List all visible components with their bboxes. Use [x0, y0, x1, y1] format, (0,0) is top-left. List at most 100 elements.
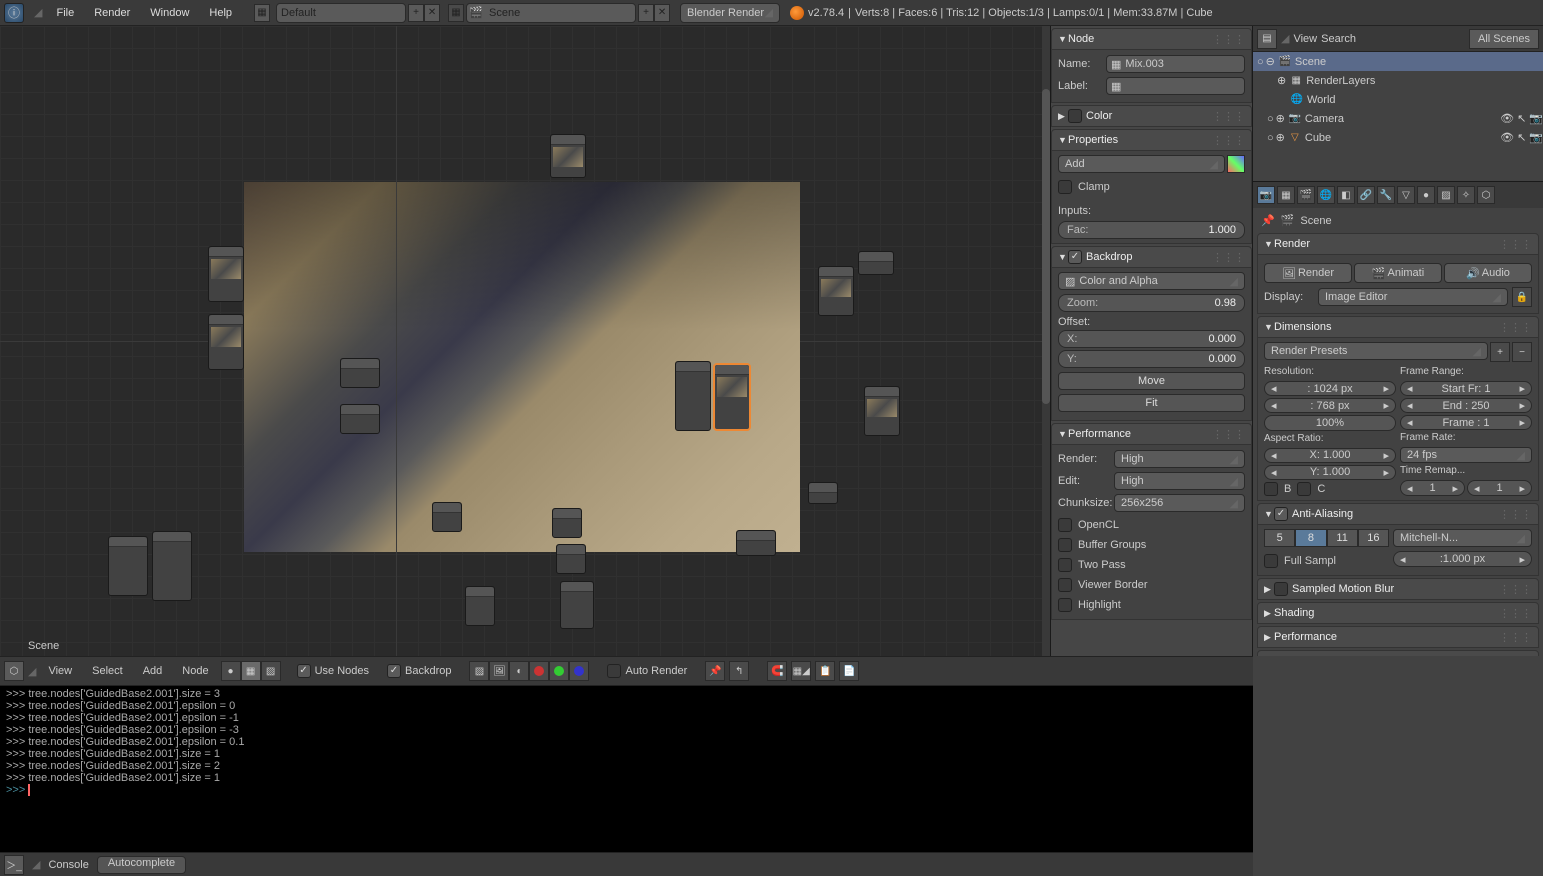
compositor-node[interactable]: [465, 586, 495, 626]
aspect-x-input[interactable]: ◂X: 1.000▸: [1264, 448, 1396, 463]
end-frame-input[interactable]: ◂End : 250▸: [1400, 398, 1532, 413]
scene-remove-button[interactable]: ✕: [654, 4, 670, 22]
node-editor-area[interactable]: Scene: [0, 26, 1051, 656]
display-select[interactable]: Image Editor◢: [1318, 288, 1508, 306]
panel-properties-header[interactable]: ▼Properties⋮⋮⋮: [1051, 129, 1252, 151]
compositor-node[interactable]: [864, 386, 900, 436]
offset-x-input[interactable]: X:0.000: [1058, 330, 1245, 348]
aa-5[interactable]: 5: [1264, 529, 1295, 547]
backdrop-checkbox[interactable]: [387, 664, 401, 678]
paste-nodes-button[interactable]: 📄: [839, 661, 859, 681]
compositor-node[interactable]: [108, 536, 148, 596]
layout-browse-button[interactable]: ▦: [254, 4, 270, 22]
use-nodes-checkbox[interactable]: [297, 664, 311, 678]
highlight-checkbox[interactable]: [1058, 598, 1072, 612]
clamp-checkbox[interactable]: [1058, 180, 1072, 194]
compositor-node[interactable]: [560, 581, 594, 629]
eye-icon[interactable]: 👁: [1500, 131, 1514, 144]
start-frame-input[interactable]: ◂Start Fr: 1▸: [1400, 381, 1532, 396]
aa-11[interactable]: 11: [1327, 529, 1358, 547]
auto-render-checkbox[interactable]: [607, 664, 621, 678]
panel-shading-h[interactable]: ▶Shading⋮⋮⋮: [1257, 602, 1539, 624]
edit-quality-select[interactable]: High◢: [1114, 472, 1245, 490]
menu-render[interactable]: Render: [84, 7, 140, 19]
compositor-node[interactable]: [340, 404, 380, 434]
cursor-icon[interactable]: ↖: [1517, 131, 1526, 144]
copy-nodes-button[interactable]: 📋: [815, 661, 835, 681]
panel-smb-h[interactable]: ▶Sampled Motion Blur⋮⋮⋮: [1257, 578, 1539, 600]
eye-icon[interactable]: 👁: [1500, 112, 1514, 125]
outliner-menu-view[interactable]: View: [1293, 33, 1317, 45]
context-material-tab[interactable]: ●: [1417, 186, 1435, 204]
render-presets-select[interactable]: Render Presets◢: [1264, 342, 1488, 360]
tree-shader-button[interactable]: ●: [221, 661, 241, 681]
outliner-filter-select[interactable]: All Scenes: [1469, 29, 1539, 49]
outliner-tree[interactable]: ○⊖🎬Scene ⊕▦RenderLayers 🌐World ○⊕📷Camera…: [1253, 52, 1543, 182]
res-x-input[interactable]: ◂: 1024 px▸: [1264, 381, 1396, 396]
render-vis-icon[interactable]: 📷: [1529, 112, 1543, 125]
compositor-node[interactable]: [552, 508, 582, 538]
full-sample-checkbox[interactable]: [1264, 554, 1278, 568]
layout-remove-button[interactable]: ✕: [424, 4, 440, 22]
panel-dimensions-h[interactable]: ▼Dimensions⋮⋮⋮: [1257, 316, 1539, 338]
channel-color-button[interactable]: 🖼: [489, 661, 509, 681]
context-texture-tab[interactable]: ▨: [1437, 186, 1455, 204]
preset-add-button[interactable]: +: [1490, 342, 1510, 362]
node-name-input[interactable]: ▦Mix.003: [1106, 55, 1245, 73]
chunksize-select[interactable]: 256x256◢: [1114, 494, 1245, 512]
outliner-item[interactable]: ○⊕▽Cube👁↖📷: [1253, 128, 1543, 147]
nt-menu-node[interactable]: Node: [174, 665, 216, 677]
fit-button[interactable]: Fit: [1058, 394, 1245, 412]
channel-b-button[interactable]: [569, 661, 589, 681]
panel-color-header[interactable]: ▶Color⋮⋮⋮: [1051, 105, 1252, 127]
viewer-border-checkbox[interactable]: [1058, 578, 1072, 592]
animation-button[interactable]: 🎬Animati: [1354, 263, 1442, 283]
render-button[interactable]: 🖼Render: [1264, 263, 1352, 283]
tr-new-input[interactable]: ◂1▸: [1467, 480, 1532, 496]
menu-help[interactable]: Help: [199, 7, 242, 19]
channel-color-alpha-button[interactable]: ▨: [469, 661, 489, 681]
lock-icon[interactable]: 🔒: [1512, 287, 1532, 307]
context-data-tab[interactable]: ▽: [1397, 186, 1415, 204]
aa-8[interactable]: 8: [1295, 529, 1326, 547]
render-engine-select[interactable]: Blender Render◢: [680, 3, 780, 23]
cursor-icon[interactable]: ↖: [1517, 112, 1526, 125]
fac-input[interactable]: Fac:1.000: [1058, 221, 1245, 239]
menu-file[interactable]: File: [46, 7, 84, 19]
context-scene-tab[interactable]: 🎬: [1297, 186, 1315, 204]
node-label-input[interactable]: ▦: [1106, 77, 1245, 95]
console-editor-icon[interactable]: ＞_: [4, 855, 24, 875]
compositor-node[interactable]: [550, 134, 586, 178]
compositor-node[interactable]: [808, 482, 838, 504]
nt-menu-view[interactable]: View: [40, 665, 80, 677]
tr-old-input[interactable]: ◂1▸: [1400, 480, 1465, 496]
screen-layout-selector[interactable]: Default: [276, 3, 406, 23]
node-editor-scrollbar-v[interactable]: [1042, 26, 1050, 656]
buffer-groups-checkbox[interactable]: [1058, 538, 1072, 552]
fps-select[interactable]: 24 fps◢: [1400, 447, 1532, 463]
offset-y-input[interactable]: Y:0.000: [1058, 350, 1245, 368]
preset-remove-button[interactable]: −: [1512, 342, 1532, 362]
snap-button[interactable]: 🧲: [767, 661, 787, 681]
compositor-node[interactable]: [556, 544, 586, 574]
compositor-node[interactable]: [340, 358, 380, 388]
zoom-input[interactable]: Zoom:0.98: [1058, 294, 1245, 312]
compositor-node[interactable]: [432, 502, 462, 532]
opencl-checkbox[interactable]: [1058, 518, 1072, 532]
snap-element-select[interactable]: ▦◢: [791, 661, 811, 681]
nt-menu-add[interactable]: Add: [135, 665, 171, 677]
channel-r-button[interactable]: [529, 661, 549, 681]
panel-perf-h[interactable]: ▶Performance⋮⋮⋮: [1257, 626, 1539, 648]
channel-alpha-button[interactable]: ◐: [509, 661, 529, 681]
nt-menu-select[interactable]: Select: [84, 665, 131, 677]
console-menu[interactable]: Console: [48, 859, 88, 871]
channel-g-button[interactable]: [549, 661, 569, 681]
tree-texture-button[interactable]: ▨: [261, 661, 281, 681]
frame-step-input[interactable]: ◂Frame : 1▸: [1400, 415, 1532, 430]
blend-mode-select[interactable]: Add◢: [1058, 155, 1225, 173]
context-object-tab[interactable]: ◧: [1337, 186, 1355, 204]
autocomplete-button[interactable]: Autocomplete: [97, 856, 186, 874]
backdrop-channel-select[interactable]: ▨Color and Alpha◢: [1058, 272, 1245, 290]
panel-render-h[interactable]: ▼Render⋮⋮⋮: [1257, 233, 1539, 255]
go-parent-button[interactable]: ↰: [729, 661, 749, 681]
